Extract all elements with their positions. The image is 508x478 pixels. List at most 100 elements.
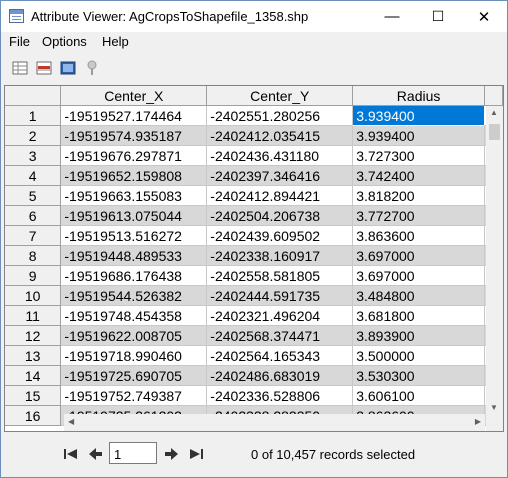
table-row[interactable]: 10 -19519544.526382 -2402444.591735 3.48480… [5,285,503,306]
center-x-cell[interactable]: -19519718.990460 [60,345,208,366]
page-number-input[interactable] [109,442,157,464]
horizontal-scrollbar[interactable]: ◀ ▶ [64,414,485,431]
radius-cell[interactable]: 3.606100 [352,385,485,406]
table-row[interactable]: 12 -19519622.008705 -2402568.374471 3.89390… [5,325,503,346]
center-x-cell[interactable]: -19519676.297871 [60,145,208,166]
row-number[interactable]: 7 [5,225,62,246]
radius-cell[interactable]: 3.939400 [352,105,485,126]
table-row[interactable]: 4 -19519652.159808 -2402397.346416 3.742400 [5,165,503,186]
column-header-center-y[interactable]: Center_Y [206,86,354,106]
center-x-cell[interactable]: -19519725.690705 [60,365,208,386]
attribute-grid[interactable]: Center_X Center_Y Radius 1 -19519527.1744… [4,85,504,432]
radius-cell[interactable]: 3.772700 [352,205,485,226]
next-page-icon[interactable] [164,446,180,462]
row-number[interactable]: 11 [5,305,62,326]
center-y-cell[interactable]: -2402336.528806 [206,385,354,406]
table-row[interactable]: 1 -19519527.174464 -2402551.280256 3.939400 [5,105,503,126]
minimize-button[interactable]: — [369,1,415,32]
maximize-button[interactable]: ☐ [415,1,461,32]
table-row[interactable]: 7 -19519513.516272 -2402439.609502 3.863600 [5,225,503,246]
close-button[interactable]: ✕ [461,1,507,32]
scroll-right-icon[interactable]: ▶ [475,417,481,426]
center-y-cell[interactable]: -2402551.280256 [206,105,354,126]
vertical-scroll-thumb[interactable] [489,124,500,140]
title-bar[interactable]: Attribute Viewer: AgCropsToShapefile_135… [1,1,507,32]
row-number[interactable]: 16 [5,405,62,426]
center-x-cell[interactable]: -19519652.159808 [60,165,208,186]
radius-cell[interactable]: 3.893900 [352,325,485,346]
center-y-cell[interactable]: -2402444.591735 [206,285,354,306]
scroll-left-icon[interactable]: ◀ [68,417,74,426]
center-x-cell[interactable]: -19519574.935187 [60,125,208,146]
row-number[interactable]: 10 [5,285,62,306]
center-y-cell[interactable]: -2402338.160917 [206,245,354,266]
select-icon[interactable] [36,60,52,76]
center-y-cell[interactable]: -2402321.496204 [206,305,354,326]
last-page-icon[interactable] [188,446,204,462]
center-x-cell[interactable]: -19519513.516272 [60,225,208,246]
center-y-cell[interactable]: -2402504.206738 [206,205,354,226]
row-number[interactable]: 3 [5,145,62,166]
center-x-cell[interactable]: -19519544.526382 [60,285,208,306]
radius-cell[interactable]: 3.484800 [352,285,485,306]
radius-cell[interactable]: 3.939400 [352,125,485,146]
previous-page-icon[interactable] [87,446,103,462]
pin-icon[interactable] [84,60,100,76]
menu-help[interactable]: Help [102,34,129,49]
radius-cell[interactable]: 3.681800 [352,305,485,326]
scroll-up-icon[interactable]: ▲ [490,108,498,117]
first-page-icon[interactable] [63,446,79,462]
radius-cell[interactable]: 3.818200 [352,185,485,206]
center-x-cell[interactable]: -19519448.489533 [60,245,208,266]
column-header-center-x[interactable]: Center_X [60,86,208,106]
center-x-cell[interactable]: -19519527.174464 [60,105,208,126]
center-x-cell[interactable]: -19519622.008705 [60,325,208,346]
center-y-cell[interactable]: -2402436.431180 [206,145,354,166]
table-row[interactable]: 8 -19519448.489533 -2402338.160917 3.697000 [5,245,503,266]
menu-options[interactable]: Options [42,34,87,49]
row-number[interactable]: 12 [5,325,62,346]
radius-cell[interactable]: 3.742400 [352,165,485,186]
table-row[interactable]: 11 -19519748.454358 -2402321.496204 3.68180… [5,305,503,326]
table-row[interactable]: 15 -19519752.749387 -2402336.528806 3.60610… [5,385,503,406]
zoom-icon[interactable] [60,60,76,76]
center-y-cell[interactable]: -2402439.609502 [206,225,354,246]
table-row[interactable]: 2 -19519574.935187 -2402412.035415 3.939400 [5,125,503,146]
table-icon[interactable] [12,60,28,76]
center-x-cell[interactable]: -19519613.075044 [60,205,208,226]
radius-cell[interactable]: 3.500000 [352,345,485,366]
center-x-cell[interactable]: -19519752.749387 [60,385,208,406]
center-y-cell[interactable]: -2402412.035415 [206,125,354,146]
row-number[interactable]: 13 [5,345,62,366]
table-row[interactable]: 6 -19519613.075044 -2402504.206738 3.772700 [5,205,503,226]
table-row[interactable]: 14 -19519725.690705 -2402486.683019 3.53030… [5,365,503,386]
center-y-cell[interactable]: -2402486.683019 [206,365,354,386]
center-y-cell[interactable]: -2402564.165343 [206,345,354,366]
table-row[interactable]: 3 -19519676.297871 -2402436.431180 3.727300 [5,145,503,166]
row-number[interactable]: 6 [5,205,62,226]
radius-cell[interactable]: 3.697000 [352,265,485,286]
row-number[interactable]: 9 [5,265,62,286]
radius-cell[interactable]: 3.530300 [352,365,485,386]
row-number[interactable]: 8 [5,245,62,266]
scroll-down-icon[interactable]: ▼ [490,403,498,412]
row-number[interactable]: 14 [5,365,62,386]
row-number[interactable]: 1 [5,105,62,126]
table-row[interactable]: 9 -19519686.176438 -2402558.581805 3.697000 [5,265,503,286]
column-header-radius[interactable]: Radius [352,86,485,106]
center-y-cell[interactable]: -2402558.581805 [206,265,354,286]
radius-cell[interactable]: 3.697000 [352,245,485,266]
center-y-cell[interactable]: -2402412.894421 [206,185,354,206]
row-number[interactable]: 5 [5,185,62,206]
radius-cell[interactable]: 3.863600 [352,225,485,246]
menu-file[interactable]: File [9,34,30,49]
table-row[interactable]: 5 -19519663.155083 -2402412.894421 3.818200 [5,185,503,206]
row-number[interactable]: 15 [5,385,62,406]
center-x-cell[interactable]: -19519748.454358 [60,305,208,326]
center-y-cell[interactable]: -2402568.374471 [206,325,354,346]
radius-cell[interactable]: 3.727300 [352,145,485,166]
table-row[interactable]: 13 -19519718.990460 -2402564.165343 3.50000… [5,345,503,366]
center-y-cell[interactable]: -2402397.346416 [206,165,354,186]
center-x-cell[interactable]: -19519663.155083 [60,185,208,206]
vertical-scrollbar[interactable]: ▲ ▼ [486,106,503,414]
